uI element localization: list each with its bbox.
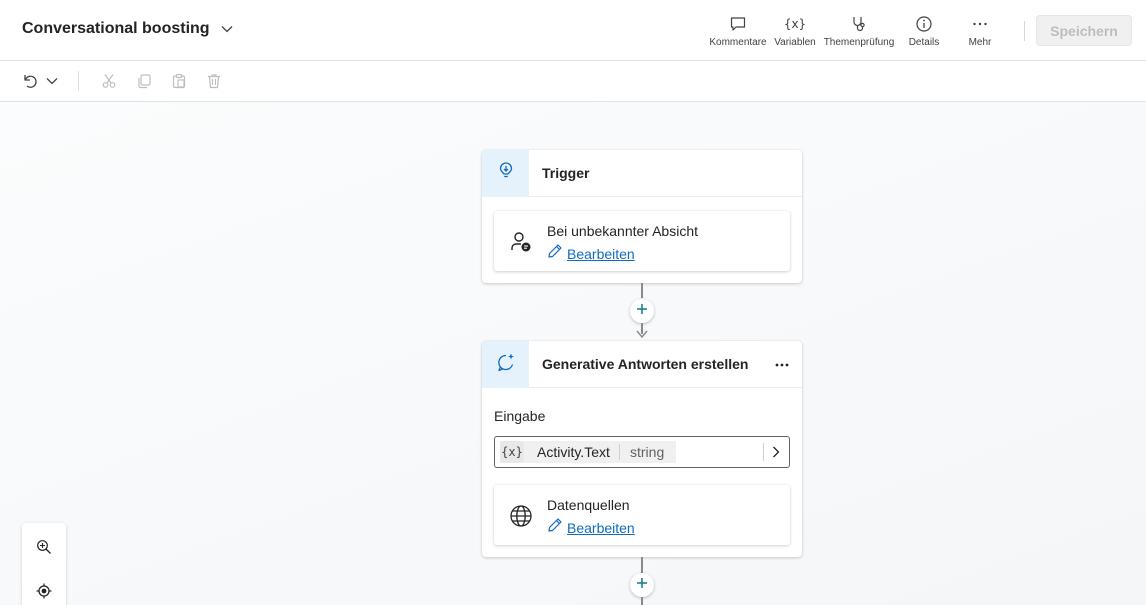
toolbar-divider [78, 71, 79, 91]
pencil-icon [547, 517, 563, 538]
topic-title: Conversational boosting [22, 20, 210, 37]
more-label: Mehr [968, 37, 992, 48]
zoom-controls [22, 523, 66, 605]
datasources-title: Datenquellen [547, 497, 630, 513]
zoom-in-icon[interactable] [34, 537, 54, 557]
variable-chip[interactable]: Activity.Text string [524, 441, 676, 463]
trigger-icon [496, 161, 516, 186]
connector-line [641, 557, 643, 573]
plus-icon [636, 302, 648, 320]
add-node-button[interactable] [630, 299, 654, 323]
trigger-node-title: Trigger [542, 165, 590, 181]
trigger-node-icon-area [482, 149, 529, 197]
plus-icon [636, 576, 648, 594]
delete-icon[interactable] [204, 71, 224, 91]
undo-icon[interactable] [20, 71, 40, 91]
variable-field-divider [763, 443, 764, 461]
details-label: Details [908, 37, 940, 48]
pencil-icon [547, 243, 563, 264]
topic-checker-button[interactable]: Themenprüfung [822, 14, 896, 48]
datasources-edit-link-text[interactable]: Bearbeiten [567, 520, 635, 536]
variables-button[interactable]: {x} Variablen [758, 14, 832, 48]
save-button[interactable]: Speichern [1036, 15, 1132, 46]
undo-options-chevron-icon[interactable] [42, 71, 62, 91]
variable-name: Activity.Text [537, 444, 610, 460]
stethoscope-icon [849, 14, 869, 34]
svg-text:{x}: {x} [785, 17, 805, 31]
topic-title-group[interactable]: Conversational boosting [22, 20, 234, 38]
info-icon [914, 14, 934, 34]
variable-type: string [630, 444, 665, 460]
input-variable-field[interactable]: {x} Activity.Text string [494, 436, 790, 468]
comment-icon [728, 14, 748, 34]
trigger-edit-link-text[interactable]: Bearbeiten [567, 246, 635, 262]
variable-icon: {x} [785, 14, 805, 34]
datasources-card[interactable]: Datenquellen Bearbeiten [494, 485, 790, 545]
variable-chip-divider [619, 444, 620, 460]
more-icon [970, 14, 990, 34]
connector-arrow-icon [636, 330, 648, 339]
trigger-edit-link[interactable]: Bearbeiten [547, 243, 635, 264]
edit-toolbar [0, 61, 1146, 102]
topic-checker-label: Themenprüfung [823, 37, 895, 48]
connector-line [641, 283, 643, 298]
chevron-right-icon[interactable] [767, 443, 785, 461]
globe-icon [508, 503, 534, 529]
generative-node-header: Generative Antworten erstellen [482, 340, 802, 388]
paste-icon[interactable] [169, 71, 189, 91]
generative-node-title: Generative Antworten erstellen [542, 356, 749, 372]
connector-line [641, 597, 643, 605]
more-button[interactable]: Mehr [943, 14, 1017, 48]
variable-icon: {x} [500, 441, 524, 463]
node-more-icon[interactable] [772, 355, 792, 375]
copy-icon[interactable] [134, 71, 154, 91]
trigger-node-header: Trigger [482, 149, 802, 197]
generative-answers-node[interactable]: Generative Antworten erstellen Eingabe {… [482, 340, 802, 557]
cut-icon[interactable] [99, 71, 119, 91]
unknown-intent-icon [508, 229, 534, 255]
trigger-condition-title: Bei unbekannter Absicht [547, 223, 698, 239]
input-label: Eingabe [494, 408, 546, 424]
trigger-condition-card[interactable]: Bei unbekannter Absicht Bearbeiten [494, 211, 790, 271]
header-divider [1024, 21, 1025, 41]
chat-sparkle-icon [496, 352, 516, 377]
recenter-icon[interactable] [34, 581, 54, 601]
top-header: Conversational boosting Kommentare {x} V… [0, 0, 1146, 61]
trigger-node[interactable]: Trigger Bei unbekannter Absicht Bearbeit… [482, 149, 802, 283]
variables-label: Variablen [774, 37, 816, 48]
generative-node-icon-area [482, 340, 529, 388]
chevron-down-icon[interactable] [220, 22, 234, 36]
datasources-edit-link[interactable]: Bearbeiten [547, 517, 635, 538]
add-node-button[interactable] [630, 573, 654, 597]
